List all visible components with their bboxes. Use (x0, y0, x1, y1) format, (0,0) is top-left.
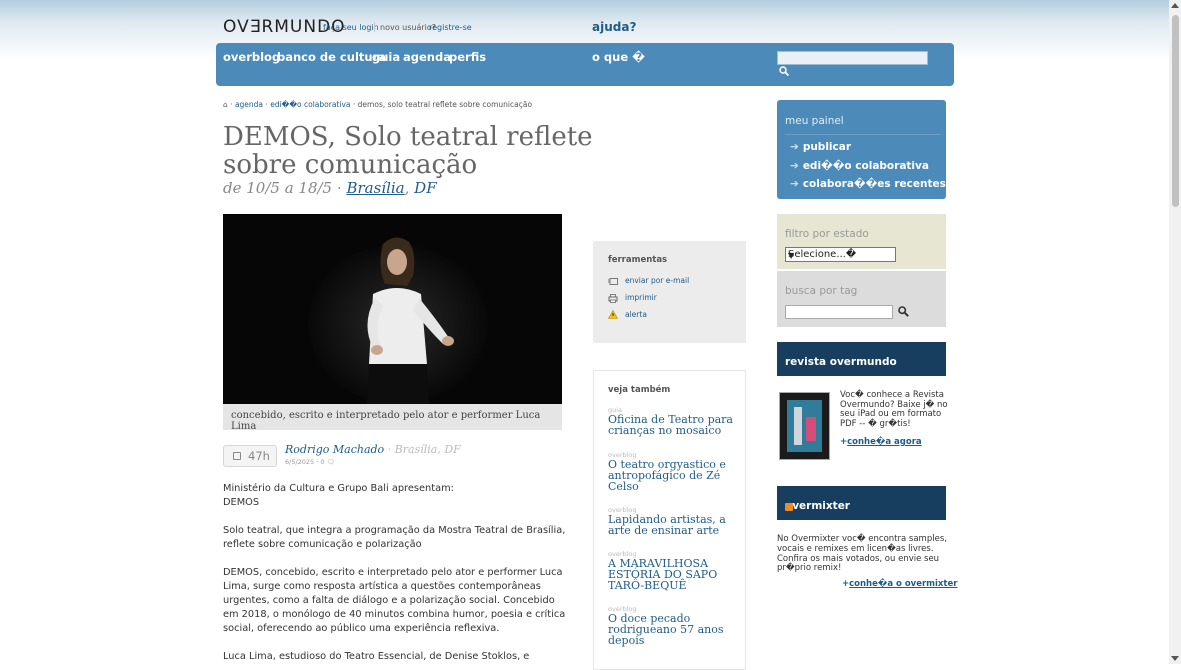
overmixter-header: overmixter (777, 486, 946, 520)
arrow-icon: ➔ (790, 178, 799, 190)
breadcrumb-edicao-colaborativa[interactable]: edi��o colaborativa (270, 100, 350, 109)
nav-overblog[interactable]: overblog (223, 50, 280, 64)
related-link[interactable]: O doce pecado rodrigueano 57 anos depois (608, 613, 740, 646)
overmixter-text: No Overmixter voc� encontra samples, voc… (777, 534, 947, 574)
state-link[interactable]: DF (414, 179, 436, 197)
state-filter-title: filtro por estado (785, 228, 869, 240)
clock-icon (233, 452, 241, 460)
tag-search-title: busca por tag (785, 285, 858, 297)
article-title: DEMOS, Solo teatral reflete sobre comuni… (223, 122, 593, 180)
article-photo (223, 214, 562, 404)
nav-guia[interactable]: guia (372, 50, 400, 64)
breadcrumb: ⌂ · agenda · edi��o colaborativa · demos… (223, 100, 533, 109)
home-icon[interactable]: ⌂ (223, 100, 228, 109)
author-link[interactable]: Rodrigo Machado (285, 443, 384, 456)
related-link[interactable]: Lapidando artistas, a arte de ensinar ar… (608, 514, 740, 536)
body-paragraph: Ministério da Cultura e Grupo Bali apres… (223, 483, 454, 494)
user-panel-title: meu painel (785, 115, 844, 127)
photo-caption: concebido, escrito e interpretado pelo a… (223, 404, 562, 432)
new-user-label: novo usuário? (380, 23, 436, 32)
scroll-down-arrow-icon[interactable] (1169, 652, 1181, 664)
header-divider (374, 22, 375, 32)
panel-divider (785, 134, 940, 135)
revista-link[interactable]: +conhe�a agora (840, 437, 922, 447)
time-badge: 47h (223, 445, 277, 467)
email-icon (608, 278, 618, 285)
scrollbar-thumb[interactable] (1172, 15, 1179, 207)
body-paragraph: Solo teatral, que integra a programação … (223, 525, 566, 550)
body-paragraph: DEMOS (223, 497, 260, 508)
help-link[interactable]: ajuda? (592, 20, 636, 34)
panel-publicar[interactable]: ➔ publicar (790, 141, 851, 153)
search-icon[interactable] (898, 306, 909, 317)
comment-icon[interactable]: 🗨 (327, 458, 335, 466)
post-meta: 6/5/2025 · 0 🗨 (285, 458, 335, 466)
login-link[interactable]: faça seu login (323, 23, 379, 32)
search-input[interactable] (777, 51, 928, 65)
author-line: Rodrigo Machado · Brasília, DF (285, 443, 461, 456)
rss-icon[interactable] (785, 503, 793, 511)
panel-edicao-colaborativa[interactable]: ➔ edi��o colaborativa (790, 160, 929, 172)
event-dates: de 10/5 a 18/5 · Brasília, DF (223, 179, 437, 197)
related-link[interactable]: A MARAVILHOSA ESTÓRIA DO SAPO TARÔ-BEQUÊ (608, 558, 740, 591)
revista-text: Voc� conhece a Revista Overmundo? Baixe … (840, 390, 948, 429)
breadcrumb-agenda[interactable]: agenda (235, 100, 263, 109)
panel-colaboracoes-recentes[interactable]: ➔ colabora��es recentes (790, 178, 946, 190)
warning-icon (608, 310, 618, 319)
register-link[interactable]: registre-se (429, 23, 472, 32)
related-link[interactable]: Oficina de Teatro para crianças no mosai… (608, 414, 740, 436)
email-link[interactable]: enviar por e-mail (625, 276, 689, 285)
tools-title: ferramentas (608, 255, 668, 265)
city-link[interactable]: Brasília (346, 179, 404, 197)
magazine-cover-image[interactable] (779, 392, 830, 460)
print-icon (608, 294, 618, 303)
related-title: veja também (608, 385, 671, 395)
overmixter-link[interactable]: +conhe�a o overmixter (842, 579, 957, 589)
arrow-icon: ➔ (790, 160, 799, 172)
performer-image (223, 214, 562, 404)
related-link[interactable]: O teatro orgyastico e antropofágico de Z… (608, 459, 740, 492)
chevron-down-icon: ▼ (788, 251, 795, 260)
scroll-up-arrow-icon[interactable] (1169, 0, 1181, 12)
print-link[interactable]: imprimir (625, 293, 657, 302)
state-select[interactable]: Selecione...� ▼ (785, 247, 896, 262)
breadcrumb-current: demos, solo teatral reflete sobre comuni… (357, 100, 533, 109)
nav-banco-de-cultura[interactable]: banco de cultura (277, 50, 386, 64)
tag-search-input[interactable] (785, 305, 893, 319)
ipad-icon (783, 396, 826, 456)
revista-header: revista overmundo (777, 342, 946, 376)
nav-perfis[interactable]: perfis (449, 50, 486, 64)
search-icon[interactable] (779, 66, 789, 76)
nav-o-que[interactable]: o que � (592, 50, 645, 64)
arrow-icon: ➔ (790, 141, 799, 153)
nav-agenda[interactable]: agenda (403, 50, 451, 64)
alert-link[interactable]: alerta (625, 310, 647, 319)
body-paragraph: DEMOS, concebido, escrito e interpretado… (223, 567, 566, 634)
body-paragraph: Luca Lima, estudioso do Teatro Essencial… (223, 651, 530, 662)
